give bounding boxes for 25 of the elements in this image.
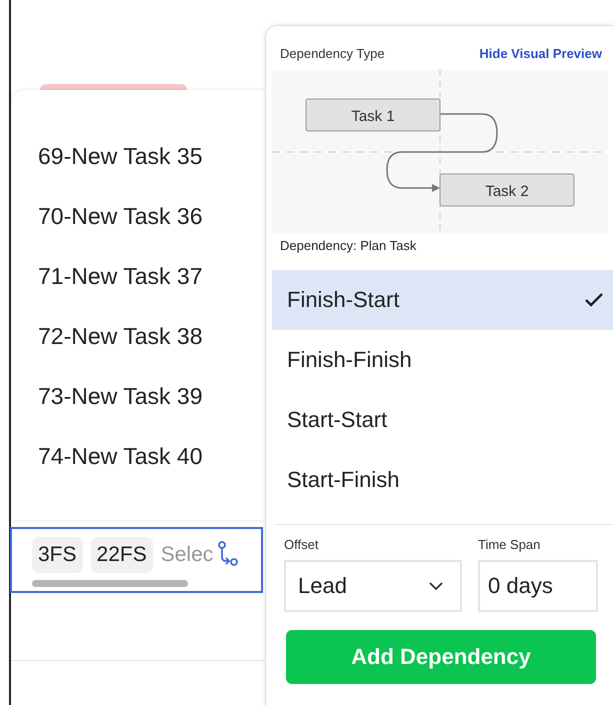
dependency-icon[interactable]: [216, 541, 239, 569]
task-option[interactable]: 70-New Task 36: [11, 186, 266, 246]
hide-preview-link[interactable]: Hide Visual Preview: [479, 46, 602, 60]
offset-label: Offset: [284, 537, 320, 552]
check-icon: [584, 292, 604, 308]
dependency-field[interactable]: 3FS 22FS Selec: [10, 527, 263, 593]
task-option[interactable]: 69-New Task 35: [11, 126, 266, 186]
task-option[interactable]: 73-New Task 39: [11, 366, 266, 426]
dependency-type-option[interactable]: Finish-Finish: [272, 330, 613, 390]
chevron-down-icon: [428, 581, 444, 591]
dependency-type-option[interactable]: Start-Start: [272, 390, 613, 450]
offset-dropdown[interactable]: Lead: [284, 560, 462, 612]
task-option[interactable]: 72-New Task 38: [11, 306, 266, 366]
dependency-caption: Dependency: Plan Task: [279, 237, 418, 255]
dependency-chip[interactable]: 3FS: [32, 537, 83, 573]
dependency-type-option[interactable]: Start-Finish: [272, 450, 613, 510]
task-option[interactable]: 74-New Task 40: [11, 426, 266, 486]
task-option[interactable]: 71-New Task 37: [11, 246, 266, 306]
time-span-field[interactable]: 0 days: [478, 560, 598, 612]
time-span-label: Time Span: [478, 537, 542, 552]
dependency-preview-drawing: Task 1 Task 2: [272, 70, 608, 234]
panel-title: Dependency Type: [280, 46, 385, 60]
scrollbar[interactable]: [32, 580, 188, 587]
dependency-type-option[interactable]: Finish-Start: [272, 270, 613, 330]
dependency-chip[interactable]: 22FS: [90, 537, 153, 573]
